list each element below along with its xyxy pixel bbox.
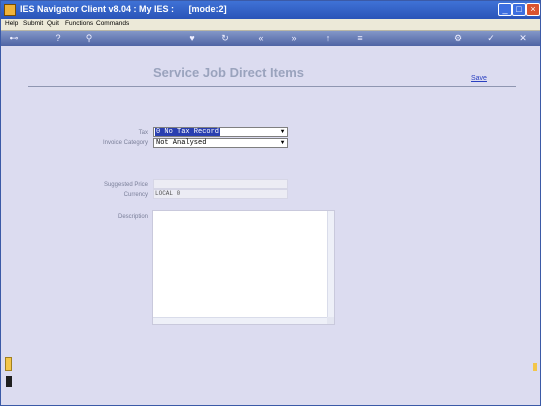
list-icon[interactable]: ≡ bbox=[353, 33, 367, 44]
suggested-price-field[interactable] bbox=[153, 179, 288, 189]
refresh-icon[interactable]: ↻ bbox=[218, 33, 232, 44]
chevron-down-icon[interactable]: ▼ bbox=[279, 140, 286, 146]
menu-submit[interactable]: Submit bbox=[23, 20, 43, 27]
invoice-category-label: Invoice Category bbox=[102, 140, 148, 146]
menu-bar: Help Submit Quit Functions Commands bbox=[1, 19, 540, 31]
up-icon[interactable]: ↑ bbox=[321, 33, 335, 44]
app-logo-icon bbox=[4, 4, 16, 16]
vertical-scrollbar[interactable] bbox=[327, 211, 334, 318]
check-icon[interactable]: ✓ bbox=[484, 33, 498, 44]
menu-functions[interactable]: Functions bbox=[65, 20, 93, 27]
tax-select-value: 0 No Tax Record bbox=[155, 128, 221, 136]
window-title-text: IES Navigator Client v8.04 : My IES : bbox=[20, 4, 175, 14]
currency-label: Currency bbox=[123, 192, 148, 198]
description-label: Description bbox=[117, 214, 148, 220]
close-window-button[interactable]: × bbox=[526, 3, 540, 16]
side-right-tab[interactable] bbox=[533, 363, 537, 371]
heart-icon[interactable]: ♥ bbox=[185, 33, 199, 44]
key-icon[interactable]: ⊷ bbox=[7, 33, 21, 44]
page-title: Service Job Direct Items bbox=[153, 65, 305, 80]
suggested-price-label: Suggested Price bbox=[103, 182, 148, 188]
divider bbox=[28, 86, 516, 87]
menu-help[interactable]: Help bbox=[5, 20, 18, 27]
title-bar: IES Navigator Client v8.04 : My IES : [m… bbox=[1, 1, 540, 19]
description-textarea[interactable] bbox=[152, 210, 335, 325]
tax-select[interactable]: 0 No Tax Record ▼ bbox=[153, 127, 288, 137]
window-mode: [mode:2] bbox=[188, 4, 227, 14]
scroll-corner bbox=[327, 317, 334, 324]
side-logo-icon bbox=[6, 376, 12, 387]
invoice-category-value: Not Analysed bbox=[156, 139, 207, 147]
settings-icon[interactable]: ⚙ bbox=[451, 33, 465, 44]
window-title: IES Navigator Client v8.04 : My IES : [m… bbox=[20, 4, 227, 14]
close-icon[interactable]: ✕ bbox=[516, 33, 530, 44]
save-link[interactable]: Save bbox=[471, 75, 487, 82]
minimize-button[interactable]: _ bbox=[498, 3, 512, 16]
maximize-button[interactable]: □ bbox=[512, 3, 526, 16]
search-icon[interactable]: ⚲ bbox=[82, 33, 96, 44]
tax-label: Tax bbox=[138, 130, 148, 136]
app-window: IES Navigator Client v8.04 : My IES : [m… bbox=[0, 0, 541, 406]
invoice-category-select[interactable]: Not Analysed ▼ bbox=[153, 138, 288, 148]
toolbar: ⊷ ? ⚲ ♥ ↻ « » ↑ ≡ ⚙ ✓ ✕ bbox=[1, 31, 540, 46]
info-icon[interactable]: ? bbox=[51, 33, 65, 44]
forward-icon[interactable]: » bbox=[287, 33, 301, 44]
currency-field[interactable]: LOCAL 0 bbox=[153, 189, 288, 199]
back-icon[interactable]: « bbox=[254, 33, 268, 44]
horizontal-scrollbar[interactable] bbox=[153, 317, 328, 324]
side-tab[interactable] bbox=[5, 357, 12, 371]
menu-quit[interactable]: Quit bbox=[47, 20, 59, 27]
menu-commands[interactable]: Commands bbox=[96, 20, 129, 27]
chevron-down-icon[interactable]: ▼ bbox=[279, 129, 286, 135]
